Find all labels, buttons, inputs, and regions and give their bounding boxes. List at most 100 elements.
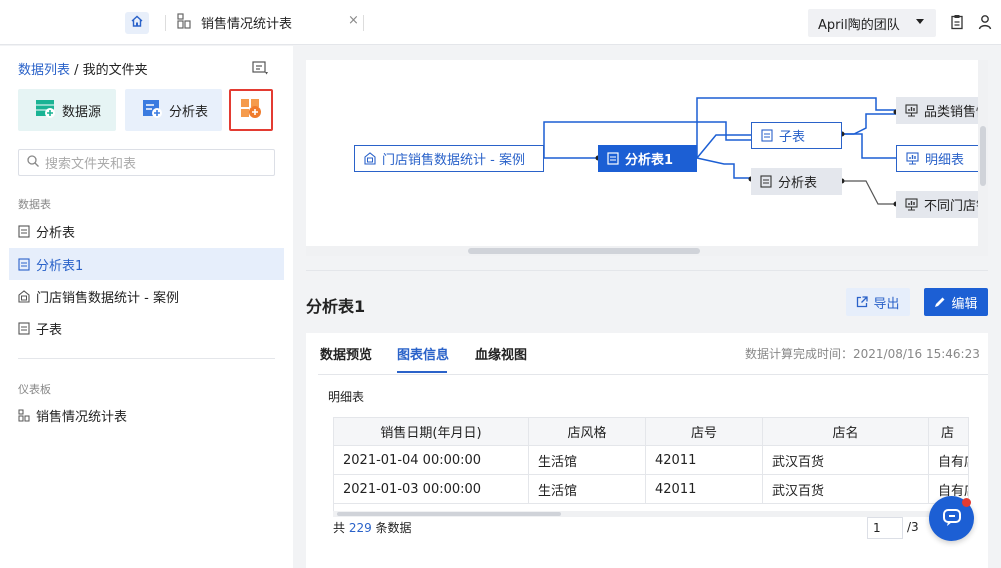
list-item-label: 子表: [36, 322, 63, 338]
caret-down-icon: [916, 19, 924, 24]
column-header[interactable]: 销售日期(年月日): [334, 418, 529, 445]
chart-icon: [905, 104, 918, 117]
lineage-node-datasource[interactable]: 门店销售数据统计 - 案例: [354, 145, 544, 172]
chart-icon: [905, 198, 918, 211]
connector-line: [696, 157, 751, 179]
list-item-datasource[interactable]: 门店销售数据统计 - 案例: [9, 280, 284, 312]
table-icon: [18, 257, 30, 271]
list-item-table[interactable]: 分析表1: [9, 248, 284, 280]
search-input[interactable]: 搜索文件夹和表: [18, 149, 275, 176]
breadcrumb-root[interactable]: 数据列表: [18, 63, 70, 78]
scrollbar-thumb[interactable]: [980, 126, 986, 186]
create-datasource-label: 数据源: [62, 104, 102, 120]
left-panel: 数据列表 / 我的文件夹 数据源 分析表 搜索文件夹和表 数据表 分析表 分析表…: [0, 46, 293, 568]
lineage-node-dashboard[interactable]: 品类销售情: [896, 97, 988, 124]
total-prefix: 共: [333, 521, 349, 535]
list-item-table[interactable]: 分析表: [9, 215, 284, 247]
list-item-label: 分析表: [36, 225, 76, 241]
export-icon: [856, 296, 869, 308]
column-header[interactable]: 店名: [763, 418, 929, 445]
team-select[interactable]: April陶的团队: [808, 9, 936, 37]
export-button[interactable]: 导出: [846, 288, 910, 316]
home-button[interactable]: [125, 12, 149, 34]
lineage-diagram[interactable]: 门店销售数据统计 - 案例 分析表1 子表 分析表 品类销售情 明细表 不同门店…: [306, 60, 988, 256]
scrollbar-thumb[interactable]: [337, 512, 561, 516]
edit-label: 编辑: [951, 296, 978, 312]
create-datasource-button[interactable]: 数据源: [18, 89, 116, 131]
list-item-table[interactable]: 子表: [9, 312, 284, 344]
column-header[interactable]: 店号: [646, 418, 763, 445]
new-folder-icon[interactable]: [252, 60, 270, 76]
search-icon: [27, 154, 39, 171]
table-cell: 生活馆: [529, 446, 646, 474]
table-cell: 2021-01-04 00:00:00: [334, 446, 529, 474]
table-cell: 42011: [646, 475, 763, 503]
lineage-node-dashboard[interactable]: 明细表: [896, 145, 988, 172]
table-icon: [760, 175, 772, 188]
node-label: 门店销售数据统计 - 案例: [382, 153, 525, 168]
page-total: /3: [907, 520, 919, 534]
list-item-dashboard[interactable]: 销售情况统计表: [9, 399, 284, 431]
breadcrumb: 数据列表 / 我的文件夹: [18, 59, 148, 78]
tabs-baseline: [318, 374, 988, 375]
section-label-dashboards: 仪表板: [18, 383, 51, 396]
table-icon: [607, 152, 619, 165]
dashboard-icon: [177, 13, 193, 29]
breadcrumb-current: 我的文件夹: [82, 63, 148, 78]
clipboard-icon[interactable]: [950, 14, 964, 34]
tab-divider: [165, 15, 166, 31]
search-placeholder: 搜索文件夹和表: [45, 157, 137, 172]
tab-chart-info[interactable]: 图表信息: [397, 344, 449, 363]
connector-line: [842, 113, 896, 135]
node-label: 子表: [779, 130, 806, 145]
table-cell: 武汉百货: [763, 475, 929, 503]
diagram-horizontal-scrollbar[interactable]: [306, 246, 978, 256]
create-analysis-button[interactable]: 分析表: [125, 89, 222, 131]
tab-lineage-view[interactable]: 血缘视图: [475, 344, 527, 363]
add-datasource-icon: [34, 97, 56, 123]
tab-divider: [363, 15, 364, 31]
tab-data-preview[interactable]: 数据预览: [320, 344, 372, 363]
lineage-node-dashboard[interactable]: 不同门店销: [896, 191, 988, 218]
tab-dashboard[interactable]: 销售情况统计表: [201, 13, 292, 32]
add-analysis-icon: [141, 97, 163, 123]
connector-line: [842, 133, 896, 159]
section-divider: [18, 358, 275, 359]
add-dashboard-icon: [240, 97, 262, 123]
table-icon: [18, 321, 30, 335]
detail-title: 分析表1: [306, 297, 366, 316]
detail-table-heading: 明细表: [328, 390, 365, 404]
datasource-icon: [364, 152, 376, 165]
detail-divider: [306, 270, 988, 271]
column-header[interactable]: 店: [929, 418, 968, 445]
lineage-node-analysis[interactable]: 分析表: [751, 168, 842, 195]
create-analysis-label: 分析表: [169, 104, 209, 120]
detail-card: 数据预览 图表信息 血缘视图 数据计算完成时间：2021/08/16 15:46…: [306, 333, 988, 568]
chat-icon: [941, 506, 963, 532]
calc-time: 数据计算完成时间：2021/08/16 15:46:23: [745, 347, 980, 361]
table-cell: 42011: [646, 446, 763, 474]
page-number-input[interactable]: 1: [867, 517, 903, 539]
active-tab-indicator: [397, 371, 447, 373]
diagram-vertical-scrollbar[interactable]: [978, 60, 988, 256]
node-label: 分析表1: [625, 153, 674, 168]
total-suffix: 条数据: [371, 521, 412, 535]
table-row: 2021-01-03 00:00:00 生活馆 42011 武汉百货 自有店: [334, 475, 968, 504]
lineage-node-current[interactable]: 分析表1: [598, 145, 697, 172]
column-header[interactable]: 店风格: [529, 418, 646, 445]
lineage-node-subtable[interactable]: 子表: [751, 122, 842, 149]
edit-button[interactable]: 编辑: [924, 288, 988, 316]
home-icon: [130, 14, 144, 32]
node-label: 明细表: [925, 153, 965, 168]
tab-close-button[interactable]: ×: [348, 13, 359, 28]
node-label: 分析表: [778, 176, 818, 191]
table-cell: 武汉百货: [763, 446, 929, 474]
table-cell: 自有店: [929, 446, 968, 474]
section-label-tables: 数据表: [18, 198, 51, 211]
data-table[interactable]: 销售日期(年月日) 店风格 店号 店名 店 2021-01-04 00:00:0…: [333, 417, 969, 513]
create-dashboard-button[interactable]: [229, 89, 273, 131]
list-item-label: 分析表1: [36, 258, 84, 274]
scrollbar-thumb[interactable]: [468, 248, 700, 254]
total-number: 229: [348, 521, 372, 535]
user-icon[interactable]: [978, 14, 992, 34]
